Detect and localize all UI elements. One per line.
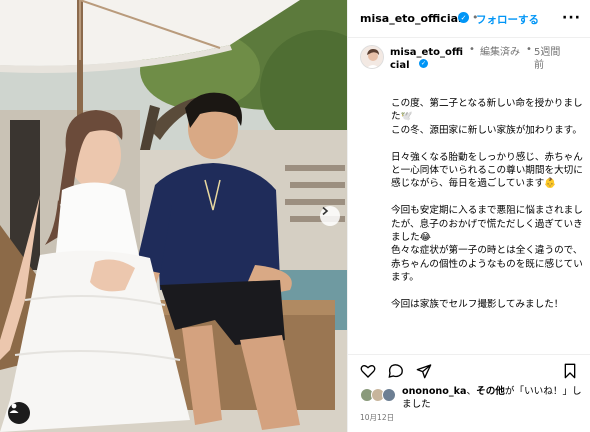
next-image-button[interactable] (320, 206, 340, 226)
post-date[interactable]: 10月12日 (360, 412, 394, 423)
liker-username[interactable]: ononono_ka (402, 386, 467, 397)
verified-badge-icon: ✓ (458, 12, 469, 23)
more-horizontal-icon[interactable]: ··· (562, 10, 581, 26)
caption-separator: • (469, 44, 475, 55)
caption-paragraph: この度、第二子となる新しい命を授かりました🕊️ この冬、源田家に新しい家族が加わ… (391, 98, 583, 136)
header-username[interactable]: misa_eto_official (360, 12, 462, 25)
post-side-panel: misa_eto_official ✓ • フォローする ··· misa_et… (347, 0, 590, 432)
comment-icon[interactable] (388, 363, 404, 379)
caption-separator: • (526, 44, 532, 55)
caption-text: この度、第二子となる新しい命を授かりました🕊️ この冬、源田家に新しい家族が加わ… (391, 97, 583, 351)
avatar-image (361, 46, 383, 68)
caption-username[interactable]: misa_eto_official (390, 46, 468, 72)
liker-avatars (360, 388, 398, 402)
post-time[interactable]: 5週間前 (534, 46, 570, 72)
liker-avatar (382, 388, 396, 402)
heart-icon[interactable] (360, 363, 376, 379)
verified-badge-icon: ✓ (419, 59, 428, 68)
send-icon[interactable] (416, 363, 432, 379)
photo-illustration (0, 0, 347, 432)
post-photo[interactable] (0, 0, 347, 432)
tagged-users-button[interactable] (8, 402, 30, 424)
post-header: misa_eto_official ✓ • フォローする ··· (348, 0, 590, 38)
user-icon (9, 403, 19, 413)
likes-summary: ononono_ka、その他が「いいね！」しました (360, 386, 585, 412)
bookmark-icon[interactable] (562, 363, 578, 379)
chevron-right-icon (322, 206, 329, 216)
likes-text: ononono_ka、その他が「いいね！」しました (402, 386, 582, 410)
follow-button[interactable]: フォローする (476, 12, 539, 27)
likes-others-link[interactable]: その他 (476, 386, 505, 397)
edited-label: 編集済み (480, 47, 520, 58)
caption-paragraph: 今回は家族でセルフ撮影してみました！ (391, 299, 564, 311)
action-bar (348, 354, 590, 384)
caption-paragraph: 今回も安定期に入るまで悪阻に悩まされましたが、息子のおかげで慌ただしく過ぎていき… (391, 205, 583, 284)
avatar[interactable] (360, 45, 384, 69)
caption-paragraph: 日々強くなる胎動をしっかり感じ、赤ちゃんと一心同体でいられるこの尊い期間を大切に… (391, 151, 583, 190)
